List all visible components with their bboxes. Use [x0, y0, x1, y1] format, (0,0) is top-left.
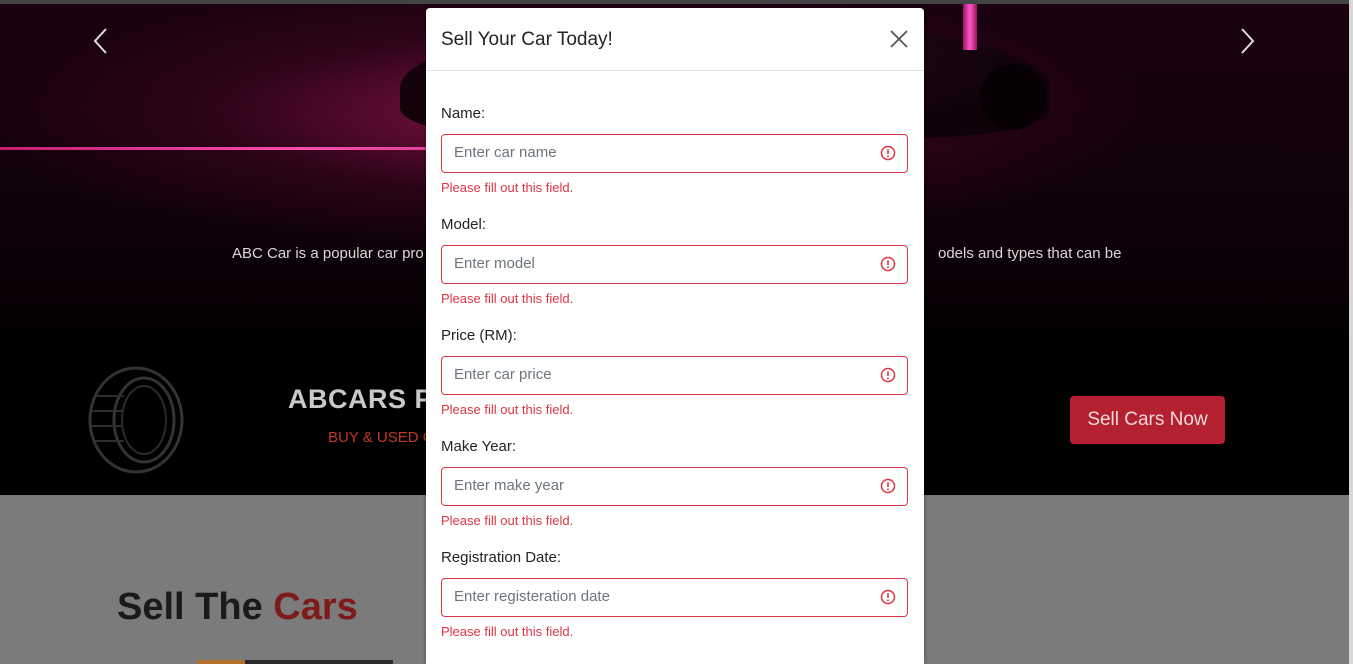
name-field-group: Name: Please fill out this field. — [441, 105, 908, 195]
exclamation-circle-icon — [880, 256, 896, 272]
hero-tagline: ABC Car is a popular car pro — [232, 245, 424, 262]
section-title-main: Sell The — [117, 586, 274, 628]
make-year-error: Please fill out this field. — [441, 513, 574, 528]
light-pole — [963, 4, 977, 50]
model-field-group: Model: Please fill out this field. — [441, 216, 908, 306]
scrollbar[interactable] — [1349, 0, 1353, 664]
make-year-input-wrapper — [441, 467, 908, 506]
carousel-prev-button[interactable] — [86, 26, 116, 62]
model-input[interactable] — [442, 246, 854, 281]
tire-icon — [88, 366, 184, 474]
section-title: Sell The Cars — [117, 586, 358, 629]
carousel-next-button[interactable] — [1232, 26, 1262, 62]
price-input[interactable] — [442, 357, 854, 392]
model-input-wrapper — [441, 245, 908, 284]
modal-header: Sell Your Car Today! — [426, 8, 924, 71]
price-label: Price (RM): — [441, 327, 517, 344]
sell-car-modal: Sell Your Car Today! Name: Please fill o… — [426, 8, 924, 664]
name-input[interactable] — [442, 135, 854, 170]
sell-cars-now-button[interactable]: Sell Cars Now — [1070, 396, 1225, 444]
brand-subtitle: BUY & USED C — [328, 429, 434, 446]
exclamation-circle-icon — [880, 367, 896, 383]
exclamation-circle-icon — [880, 589, 896, 605]
modal-title: Sell Your Car Today! — [441, 29, 613, 50]
name-error: Please fill out this field. — [441, 180, 574, 195]
registration-date-input-wrapper — [441, 578, 908, 617]
chevron-left-icon — [93, 28, 107, 54]
category-tab-active — [197, 660, 245, 664]
model-label: Model: — [441, 216, 487, 233]
model-error: Please fill out this field. — [441, 291, 574, 306]
chevron-right-icon — [1241, 28, 1255, 54]
registration-date-field-group: Registration Date: Please fill out this … — [441, 549, 908, 639]
make-year-field-group: Make Year: Please fill out this field. — [441, 438, 908, 528]
make-year-input[interactable] — [442, 468, 854, 503]
registration-date-error: Please fill out this field. — [441, 624, 574, 639]
section-title-accent: Cars — [273, 586, 358, 628]
price-field-group: Price (RM): Please fill out this field. — [441, 327, 908, 417]
car-wheel — [980, 64, 1046, 130]
registration-date-input[interactable] — [442, 579, 854, 614]
registration-date-label: Registration Date: — [441, 549, 562, 566]
exclamation-circle-icon — [880, 478, 896, 494]
exclamation-circle-icon — [880, 145, 896, 161]
name-input-wrapper — [441, 134, 908, 173]
name-label: Name: — [441, 105, 486, 122]
close-icon[interactable] — [888, 28, 910, 50]
price-input-wrapper — [441, 356, 908, 395]
category-strip — [245, 660, 393, 664]
price-error: Please fill out this field. — [441, 402, 574, 417]
make-year-label: Make Year: — [441, 438, 517, 455]
hero-tagline-continued: odels and types that can be — [938, 245, 1122, 262]
